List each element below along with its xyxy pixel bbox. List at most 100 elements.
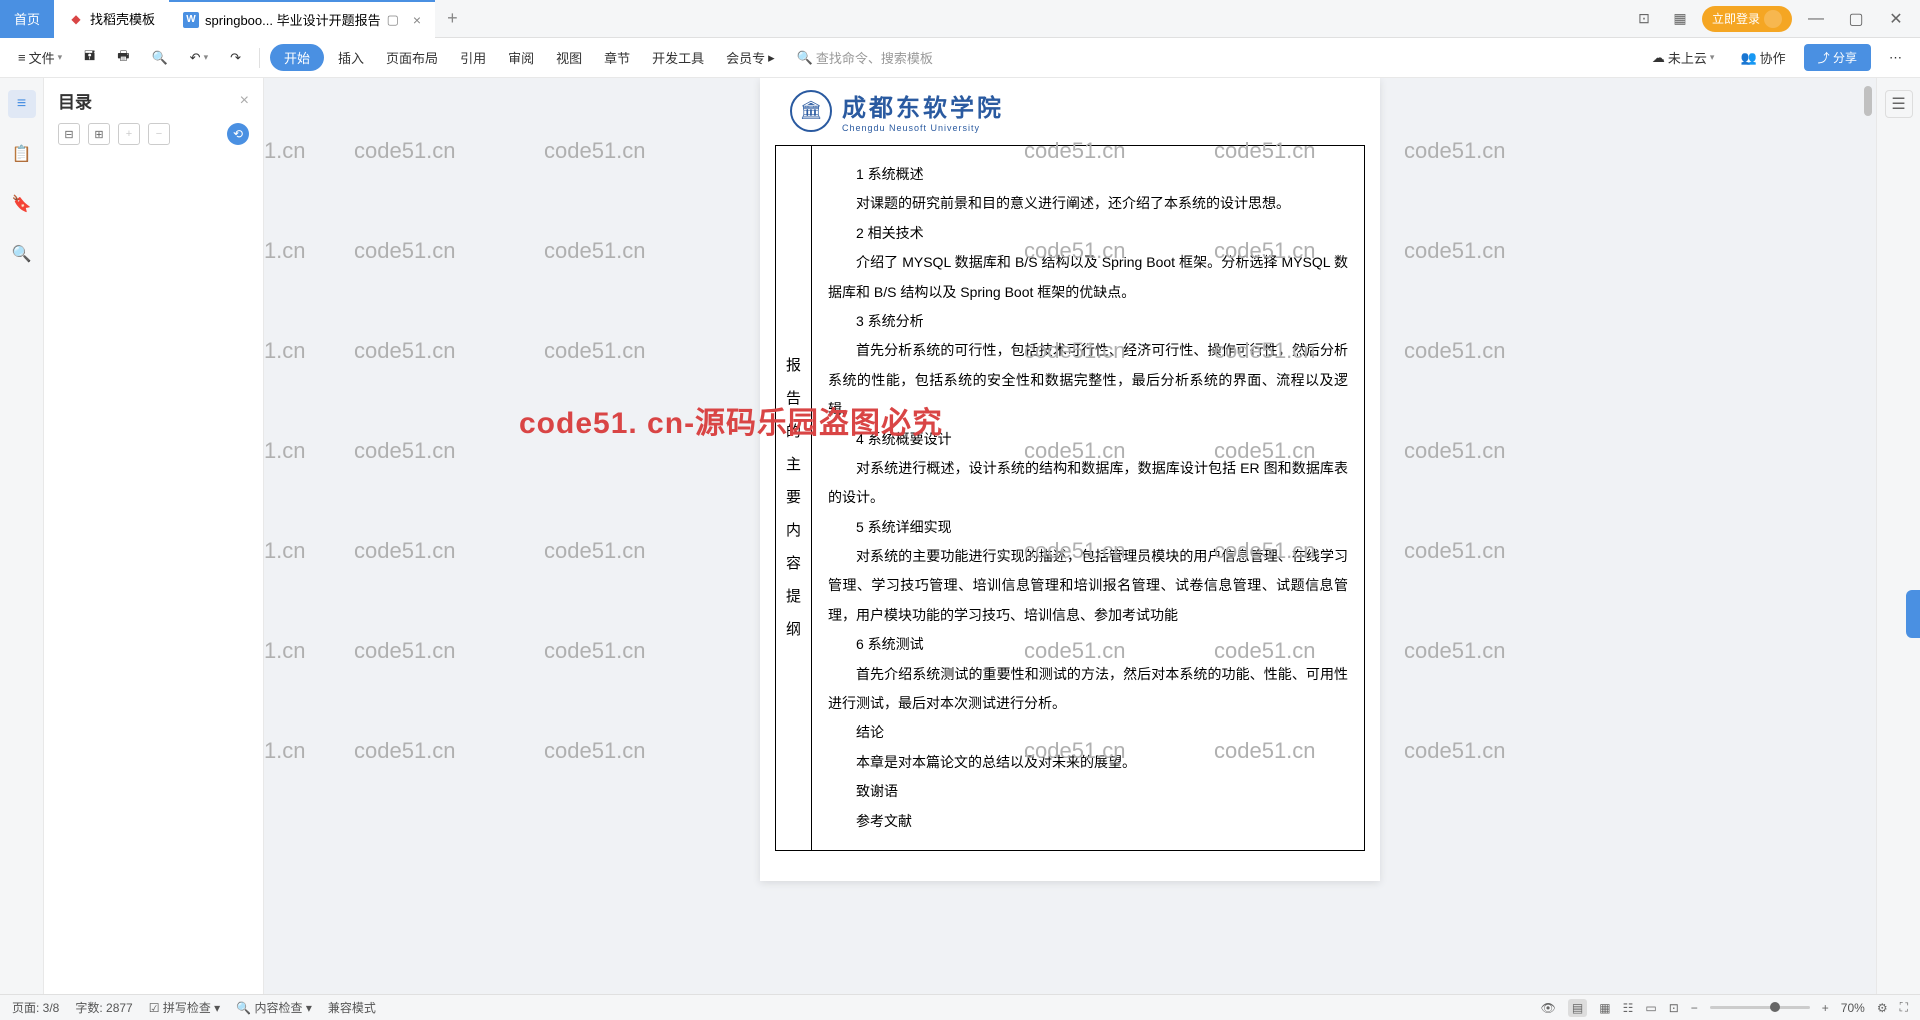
tab-document[interactable]: Wspringboo... 毕业设计开题报告 ▢ × [169,0,435,38]
section-heading: 5 系统详细实现 [828,513,1348,542]
add-button[interactable]: + [118,123,140,145]
page-indicator[interactable]: 页面: 3/8 [12,999,59,1016]
page-view-icon[interactable]: ▤ [1568,999,1587,1017]
menu-button[interactable]: ≡ 文件 ▾ [10,44,70,71]
print-icon[interactable]: 🖶 [109,43,137,73]
sidebar-close-icon[interactable]: × [240,92,249,110]
watermark: code51.cn [1404,738,1506,764]
watermark: code51.cn [544,638,646,664]
document-canvas[interactable]: code51.cn code51.cn code51.cn code51.cn … [264,78,1876,994]
read-mode-icon[interactable]: 👁 [1541,1001,1556,1015]
watermark: code51.cn [354,638,456,664]
tab-template-label: 找稻壳模板 [90,9,155,28]
bookmark-icon[interactable]: 🔖 [8,190,36,218]
watermark: code51.cn [264,538,306,564]
draft-view-icon[interactable]: ▭ [1645,1001,1656,1015]
table-row-label: 报告的主要内容提纲 [776,146,812,850]
section-para: 本章是对本篇论文的总结以及对未来的展望。 [828,748,1348,777]
watermark: code51.cn [544,738,646,764]
tab-member[interactable]: 会员专▸ [718,44,783,71]
watermark: code51.cn [1404,138,1506,164]
clipboard-icon[interactable]: 📋 [8,140,36,168]
university-logo: 🏛 [790,90,832,132]
collab-button[interactable]: 👥 协作 [1732,44,1793,71]
watermark: code51.cn [1404,438,1506,464]
file-label: 文件 [29,48,55,67]
tab-view[interactable]: 视图 [548,44,590,71]
undo-icon[interactable]: ↶ ▾ [182,46,216,70]
tab-insert[interactable]: 插入 [330,44,372,71]
tab-device-icon: ▢ [387,12,399,28]
redo-icon[interactable]: ↷ [222,46,249,70]
outline-icon[interactable]: ≡ [8,90,36,118]
tab-document-label: springboo... 毕业设计开题报告 [205,10,381,29]
document-page: 🏛 成都东软学院 Chengdu Neusoft University 报告的主… [760,78,1380,881]
tab-layout[interactable]: 页面布局 [378,44,446,71]
watermark: code51.cn [264,338,306,364]
outline-view-icon[interactable]: ☷ [1623,1001,1634,1015]
content-check-button[interactable]: 🔍 内容检查 ▾ [236,999,312,1016]
watermark: code51.cn [354,438,456,464]
minimize-button[interactable]: — [1800,5,1832,33]
avatar-icon [1764,10,1782,28]
search-icon[interactable]: 🔍 [8,240,36,268]
tab-home-label: 首页 [14,9,40,28]
tab-review[interactable]: 审阅 [500,44,542,71]
tab-home[interactable]: 首页 [0,0,54,38]
search-input[interactable]: 🔍 查找命令、搜索模板 [789,44,941,71]
university-name: 成都东软学院 [842,88,1004,123]
apps-icon[interactable]: ▦ [1666,5,1694,33]
settings-icon[interactable]: ⚙ [1877,1001,1888,1015]
watermark: code51.cn [544,238,646,264]
sync-badge[interactable]: ⟲ [227,123,249,145]
side-expand-tab[interactable] [1906,590,1920,638]
tab-start[interactable]: 开始 [270,44,324,71]
tab-devtools[interactable]: 开发工具 [644,44,712,71]
zoom-level[interactable]: 70% [1841,1001,1865,1015]
section-para: 介绍了 MYSQL 数据库和 B/S 结构以及 Spring Boot 框架。分… [828,248,1348,307]
zoom-in-button[interactable]: + [1822,1001,1829,1015]
preview-icon[interactable]: 🔍 [143,46,175,70]
share-button[interactable]: ⤴ 分享 [1804,44,1871,71]
university-name-en: Chengdu Neusoft University [842,123,1004,133]
section-para: 对课题的研究前景和目的意义进行阐述，还介绍了本系统的设计思想。 [828,189,1348,218]
word-icon: W [183,12,199,28]
tab-chapter[interactable]: 章节 [596,44,638,71]
properties-icon[interactable]: ☰ [1885,90,1913,118]
tab-ref[interactable]: 引用 [452,44,494,71]
collapse-all-button[interactable]: ⊟ [58,123,80,145]
add-tab-button[interactable]: + [435,8,470,29]
zoom-fit-icon[interactable]: ⊡ [1669,1001,1679,1015]
section-heading: 4 系统概要设计 [828,425,1348,454]
scrollbar[interactable] [1864,78,1874,994]
expand-all-button[interactable]: ⊞ [88,123,110,145]
login-button[interactable]: 立即登录 [1702,6,1792,32]
spellcheck-button[interactable]: ☑ 拼写检查 ▾ [149,999,220,1016]
watermark: code51.cn [264,638,306,664]
close-button[interactable]: ✕ [1880,5,1912,33]
template-icon: ◆ [68,11,84,27]
scroll-thumb[interactable] [1864,86,1872,116]
tab-template[interactable]: ◆ 找稻壳模板 [54,0,169,38]
web-view-icon[interactable]: ▦ [1599,1001,1610,1015]
zoom-out-button[interactable]: − [1691,1001,1698,1015]
chevron-down-icon: ▾ [58,52,63,63]
section-heading: 致谢语 [828,777,1348,806]
table-body: 1 系统概述 对课题的研究前景和目的意义进行阐述，还介绍了本系统的设计思想。 2… [812,146,1364,850]
more-icon[interactable]: ⋯ [1881,46,1910,70]
section-heading: 6 系统测试 [828,630,1348,659]
section-heading: 3 系统分析 [828,307,1348,336]
fullscreen-icon[interactable]: ⛶ [1900,1000,1908,1015]
cloud-status[interactable]: ☁ 未上云 ▾ [1644,44,1723,71]
section-heading: 1 系统概述 [828,160,1348,189]
remove-button[interactable]: − [148,123,170,145]
zoom-slider[interactable] [1710,1006,1810,1009]
maximize-button[interactable]: ▢ [1840,5,1872,33]
close-icon[interactable]: × [413,12,421,28]
window-mode-icon[interactable]: ⊡ [1630,5,1658,33]
compat-mode: 兼容模式 [328,999,376,1016]
sidebar-title: 目录 [58,88,92,113]
save-icon[interactable]: 🖬 [76,43,103,73]
word-count[interactable]: 字数: 2877 [75,999,132,1016]
watermark: code51.cn [264,738,306,764]
